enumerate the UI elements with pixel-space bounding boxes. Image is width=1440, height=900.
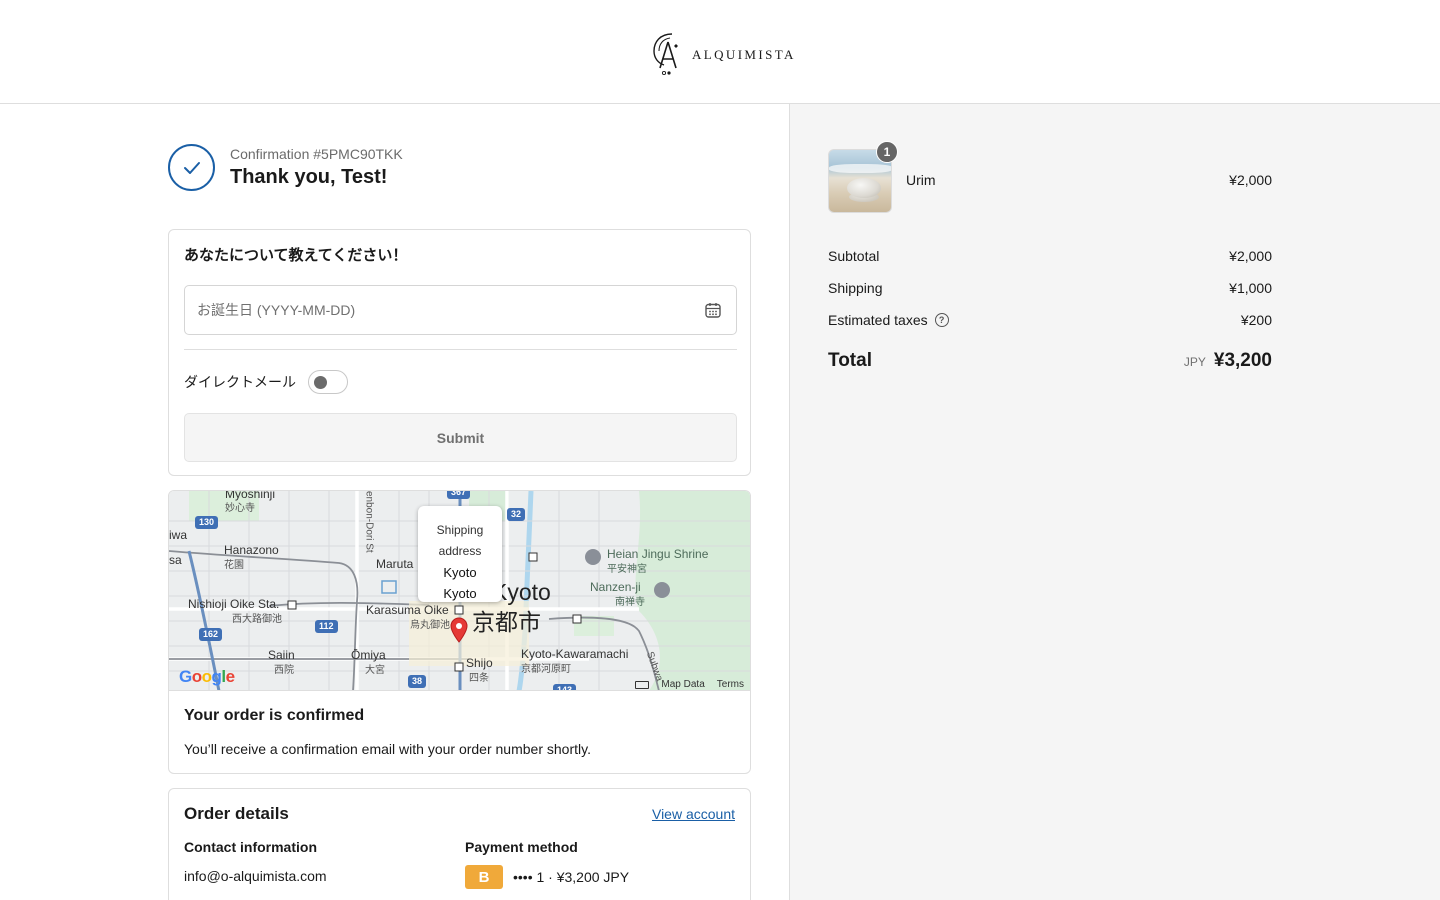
brand-logo[interactable]: ALQUIMISTA (650, 30, 796, 76)
route-badge: 32 (507, 508, 526, 521)
map-label-senbon: Senbon-Dori St (363, 491, 375, 553)
product-price: ¥2,000 (1229, 172, 1272, 188)
taxes-row: Estimated taxes ? ¥200 (828, 304, 1272, 336)
total-label: Total (828, 350, 872, 371)
total-value-group: JPY ¥3,200 (1184, 350, 1272, 372)
map-data-link[interactable]: Map Data (661, 679, 704, 690)
totals-section: Subtotal ¥2,000 Shipping ¥1,000 Estimate… (828, 240, 1272, 372)
map-label-karasuma-jp: 烏丸御池 (410, 620, 450, 631)
map-label-kawaramachi: Kyoto-Kawaramachi (521, 647, 629, 661)
cart-line-item: 1 Urim ¥2,000 (828, 141, 1272, 213)
map-pin-icon[interactable] (449, 617, 469, 643)
site-header: ALQUIMISTA (0, 0, 1440, 104)
contact-info-title: Contact information (184, 839, 317, 855)
calendar-icon[interactable] (704, 301, 722, 319)
route-badge: 112 (315, 620, 338, 633)
direct-mail-label: ダイレクトメール (184, 374, 296, 390)
direct-mail-row: ダイレクトメール (184, 370, 348, 394)
subtotal-row: Subtotal ¥2,000 (828, 240, 1272, 272)
alquimista-logo-icon (653, 33, 678, 76)
order-confirmed-note: You’ll receive a confirmation email with… (184, 741, 591, 757)
view-account-link[interactable]: View account (652, 806, 735, 822)
map-label-maruta: Maruta (376, 557, 414, 571)
map-label-iwa: iwa (169, 528, 188, 542)
shipping-value: ¥1,000 (1229, 280, 1272, 296)
order-confirmed-title: Your order is confirmed (184, 707, 365, 724)
map-label-kyoto-jp: 京都市 (472, 609, 541, 635)
route-badge: 367 (447, 491, 471, 499)
taxes-value: ¥200 (1240, 312, 1272, 328)
contact-email: info@o-alquimista.com (184, 868, 327, 884)
route-badge: 38 (408, 675, 427, 688)
taxes-label: Estimated taxes (828, 312, 928, 328)
keyboard-icon[interactable] (635, 680, 650, 689)
payment-summary: •••• 1 · ¥3,200 JPY (513, 869, 630, 885)
order-details-card: Order details View account Contact infor… (168, 788, 751, 900)
confirmation-header: Confirmation #5PMC90TKK Thank you, Test! (168, 144, 751, 192)
map-label-karasuma: Karasuma Oike (366, 603, 449, 617)
map-label-kawaramachi-jp: 京都河原町 (521, 664, 571, 675)
check-circle-icon (168, 144, 215, 191)
shipping-row: Shipping ¥1,000 (828, 272, 1272, 304)
popup-line: address (438, 544, 482, 558)
map-label-hanazono-jp: 花園 (224, 560, 244, 571)
payment-method-title: Payment method (465, 839, 578, 855)
map-label-nishioji-jp: 西大路御池 (232, 614, 282, 625)
order-details-title: Order details (184, 804, 289, 823)
map-terms-link[interactable]: Terms (717, 679, 744, 690)
payment-method-row: B •••• 1 · ¥3,200 JPY (465, 865, 629, 889)
map-label-saiin-jp: 西院 (274, 665, 294, 676)
map-label-heian-jp: 平安神宮 (607, 564, 647, 575)
map-label-omiya: Ōmiya (351, 648, 386, 662)
product-name: Urim (906, 172, 936, 188)
route-badge: 143 (553, 684, 577, 690)
toggle-knob (314, 376, 327, 389)
birthday-input[interactable]: お誕生日 (YYYY-MM-DD) (184, 285, 737, 335)
taxes-label-group: Estimated taxes ? (828, 312, 949, 328)
route-badge: 130 (195, 516, 219, 529)
map-label-nanzenji-jp: 南禅寺 (615, 597, 645, 608)
submit-button[interactable]: Submit (184, 413, 737, 462)
help-icon[interactable]: ? (934, 313, 949, 327)
map-label-sa: sa (169, 553, 182, 567)
total-row: Total JPY ¥3,200 (828, 350, 1272, 372)
map-label-hanazono: Hanazono (224, 543, 279, 557)
direct-mail-toggle[interactable] (308, 370, 348, 394)
map-label-myoshinji-jp: 妙心寺 (225, 503, 255, 514)
currency-code: JPY (1183, 355, 1206, 369)
map-label-nanzenji: Nanzen-ji (590, 580, 641, 594)
map-label-saiin: Saiin (268, 648, 295, 662)
birthday-placeholder: お誕生日 (YYYY-MM-DD) (197, 302, 356, 318)
google-logo[interactable]: Google (179, 667, 235, 687)
subtotal-value: ¥2,000 (1229, 248, 1272, 264)
popup-city: Kyoto (443, 565, 477, 580)
divider (184, 349, 737, 350)
shipping-label: Shipping (828, 280, 883, 296)
popup-city: Kyoto (443, 586, 477, 601)
customer-survey-card: あなたについて教えてください！ お誕生日 (YYYY-MM-DD) ダイレクトメ… (168, 229, 751, 476)
brand-name: ALQUIMISTA (692, 47, 796, 62)
map-label-nishioji: Nishioji Oike Sta. (188, 597, 280, 611)
shipping-address-popup: Shipping address Kyoto Kyoto (418, 506, 502, 602)
order-summary-panel: 1 Urim ¥2,000 Subtotal ¥2,000 Shipping ¥… (789, 104, 1440, 900)
payment-provider-icon: B (465, 865, 503, 889)
map-label-shijo: Shijo (466, 656, 493, 670)
thank-you-heading: Thank you, Test! (230, 166, 388, 188)
subtotal-label: Subtotal (828, 248, 880, 264)
map-label-omiya-jp: 大宮 (365, 665, 385, 676)
confirmation-number: Confirmation #5PMC90TKK (230, 146, 403, 162)
map-label-shijo-jp: 四条 (469, 673, 489, 684)
quantity-badge: 1 (876, 141, 898, 163)
map-footer: Map Data Terms (635, 679, 744, 690)
order-status-card: Myoshinji 妙心寺 iwa sa Hanazono 花園 Nishioj… (168, 490, 751, 774)
survey-title: あなたについて教えてください！ (184, 247, 408, 264)
shipping-map[interactable]: Myoshinji 妙心寺 iwa sa Hanazono 花園 Nishioj… (169, 491, 750, 691)
popup-line: Shipping (436, 523, 484, 537)
map-label-heian: Heian Jingu Shrine (607, 547, 709, 561)
route-badge: 162 (199, 628, 223, 641)
total-amount: ¥3,200 (1213, 350, 1272, 371)
